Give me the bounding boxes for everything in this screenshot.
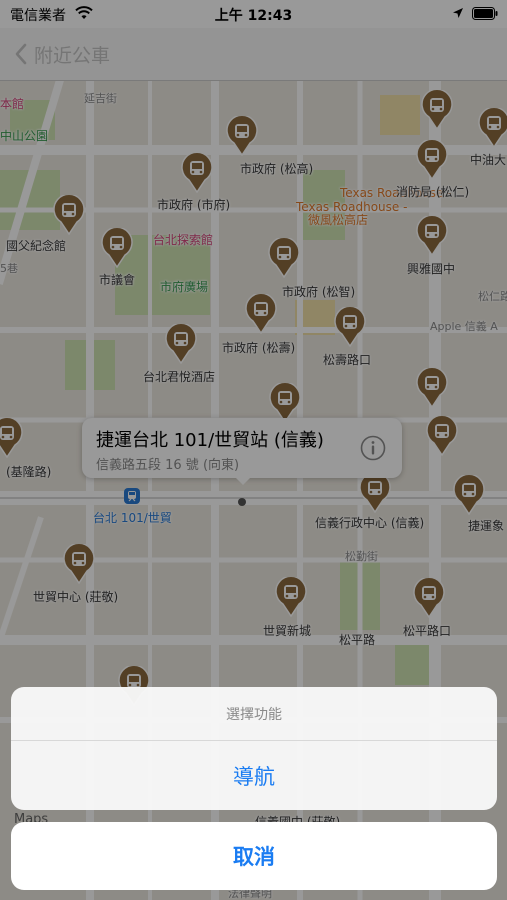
navigate-button[interactable]: 導航 [11, 741, 497, 810]
action-sheet: 選擇功能 導航 [11, 687, 497, 810]
screen: 電信業者 上午 12:43 附近公車 本館 中山公園 延吉街 國父紀念館 5巷 … [0, 0, 507, 900]
cancel-button[interactable]: 取消 [11, 822, 497, 890]
action-sheet-title: 選擇功能 [11, 687, 497, 741]
